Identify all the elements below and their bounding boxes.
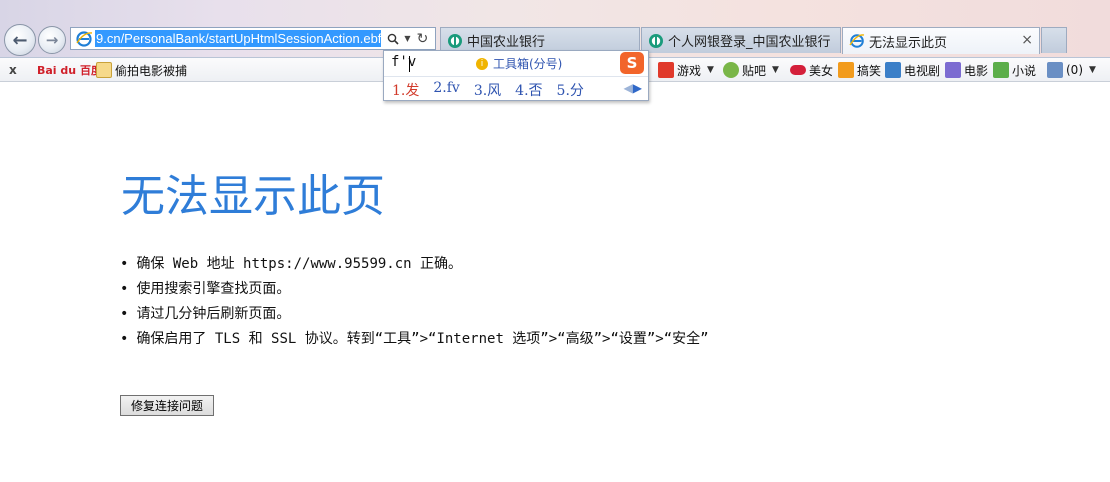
ime-candidate[interactable]: 4.否: [515, 80, 542, 100]
favorite-item-1[interactable]: 偷拍电影被捕: [96, 58, 187, 82]
mail-icon: [1047, 62, 1063, 78]
favorite-movie[interactable]: 电影: [945, 58, 988, 82]
list-item: 使用搜索引擎查找页面。: [120, 279, 709, 304]
fix-connection-button[interactable]: 修复连接问题: [120, 395, 214, 416]
arrow-left-icon: ←: [12, 29, 28, 51]
favorite-label: 游戏: [677, 63, 702, 78]
new-tab-button[interactable]: [1041, 27, 1067, 53]
tv-icon: [885, 62, 901, 78]
baidu-logo: Bai du 百度: [37, 64, 102, 77]
favorite-tv[interactable]: 电视剧: [885, 58, 940, 82]
close-icon: x: [9, 63, 17, 77]
favorite-label: 美女: [809, 63, 834, 78]
mail-button[interactable]: (0) ▼: [1047, 58, 1096, 82]
internet-explorer-icon: [76, 30, 93, 47]
chevron-down-icon[interactable]: ▼: [1089, 65, 1096, 75]
close-toolbar-button[interactable]: x: [9, 58, 17, 82]
list-item: 请过几分钟后刷新页面。: [120, 304, 709, 329]
ime-candidate-list: 1.发 2.fv 3.风 4.否 5.分: [392, 80, 598, 100]
forward-button[interactable]: →: [38, 26, 66, 54]
address-bar[interactable]: 9.cn/PersonalBank/startUpHtmlSessionActi…: [70, 27, 436, 50]
chevron-left-icon[interactable]: ◀: [624, 81, 633, 95]
tab-personal-banking-login[interactable]: 个人网银登录_中国农业银行: [641, 27, 841, 53]
favorite-label: 小说: [1012, 63, 1037, 78]
favorite-label: 贴吧: [742, 63, 767, 78]
ime-candidate[interactable]: 3.风: [474, 80, 501, 100]
url-text[interactable]: 9.cn/PersonalBank/startUpHtmlSessionActi…: [95, 30, 381, 47]
chevron-down-icon[interactable]: ▼: [772, 65, 779, 75]
ime-toolbox-label: 工具箱(分号): [493, 57, 563, 71]
chevron-right-icon[interactable]: ▶: [633, 81, 642, 95]
favorite-funny[interactable]: 搞笑: [838, 58, 881, 82]
ime-page-arrows[interactable]: ◀▶: [624, 81, 642, 95]
close-tab-icon[interactable]: ×: [1021, 32, 1033, 48]
favorite-beauty[interactable]: 美女: [790, 58, 833, 82]
tab-label: 中国农业银行: [467, 35, 546, 50]
ime-candidate-window: f'v i 工具箱(分号) S 1.发 2.fv 3.风 4.否 5.分 ◀▶: [383, 50, 649, 101]
tab-label: 个人网银登录_中国农业银行: [668, 35, 831, 50]
tab-cannot-display-page[interactable]: 无法显示此页 ×: [842, 27, 1040, 54]
list-item: 确保启用了 TLS 和 SSL 协议。转到“工具”>“Internet 选项”>…: [120, 329, 708, 354]
page-title: 无法显示此页: [121, 171, 385, 222]
refresh-icon[interactable]: ↻: [415, 30, 430, 48]
chevron-down-icon[interactable]: ▼: [707, 65, 714, 75]
arrow-right-icon: →: [45, 31, 59, 49]
ime-candidate[interactable]: 2.fv: [433, 80, 459, 100]
game-icon: [658, 62, 674, 78]
internet-explorer-icon: [849, 34, 865, 48]
sogou-logo-icon: S: [620, 52, 644, 74]
smiley-icon: [838, 62, 854, 78]
ime-toolbox-button[interactable]: i 工具箱(分号): [476, 55, 562, 72]
favorite-baidu[interactable]: Bai du 百度: [37, 58, 102, 82]
favorite-label: 电影: [964, 63, 989, 78]
text-cursor: [409, 56, 410, 72]
divider: [384, 76, 648, 77]
search-icon[interactable]: [385, 30, 400, 48]
page-icon: [96, 62, 112, 78]
abc-bank-icon: [448, 33, 462, 48]
favorite-novel[interactable]: 小说: [993, 58, 1036, 82]
ime-candidate[interactable]: 5.分: [557, 80, 584, 100]
book-icon: [993, 62, 1009, 78]
mail-count: (0): [1066, 63, 1083, 77]
favorite-tieba[interactable]: 贴吧 ▼: [723, 58, 779, 82]
info-icon: i: [476, 57, 488, 70]
list-item: 确保 Web 地址 https://www.95599.cn 正确。: [120, 254, 709, 279]
tab-label: 无法显示此页: [869, 35, 948, 51]
troubleshooting-list: 确保 Web 地址 https://www.95599.cn 正确。 使用搜索引…: [120, 254, 709, 354]
back-button[interactable]: ←: [4, 24, 36, 56]
abc-bank-icon: [649, 33, 663, 48]
ime-composition-text: f'v: [391, 54, 417, 70]
chat-bubble-icon: [723, 62, 739, 78]
ime-candidate[interactable]: 1.发: [392, 80, 419, 100]
favorite-label: 搞笑: [857, 63, 882, 78]
hd-icon: [945, 62, 961, 78]
chevron-down-icon[interactable]: ▼: [400, 30, 415, 48]
lips-icon: [790, 65, 806, 75]
favorite-label: 电视剧: [904, 63, 941, 78]
favorite-game[interactable]: 游戏 ▼: [658, 58, 714, 82]
favorite-label: 偷拍电影被捕: [115, 63, 188, 78]
